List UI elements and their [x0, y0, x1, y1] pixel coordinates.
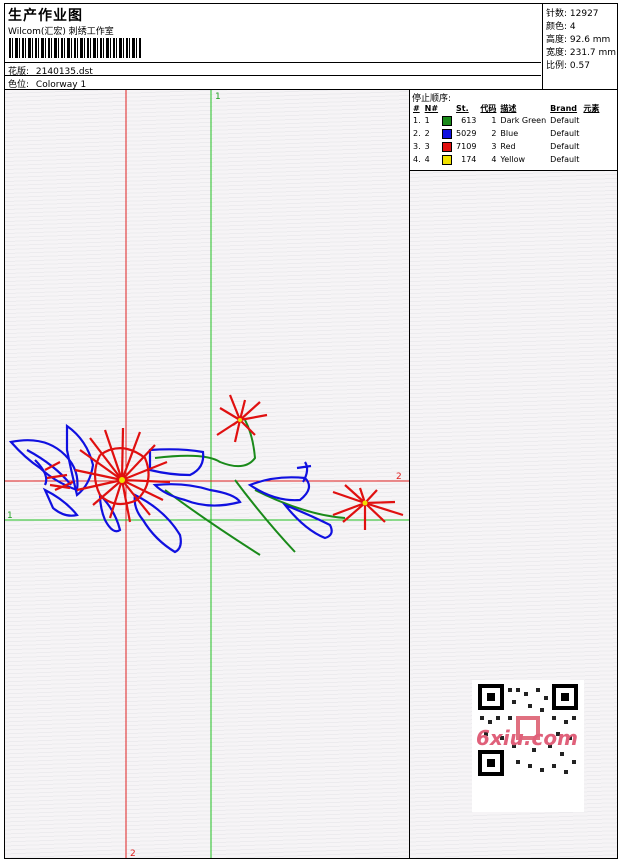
- col-stitches: St.: [456, 103, 469, 113]
- col-code: 代码: [480, 103, 497, 113]
- color-swatch: [442, 154, 453, 165]
- row-code: 3: [491, 142, 497, 151]
- stat-stitches: 针数: 12927: [546, 9, 599, 19]
- row-desc: Yellow: [500, 155, 526, 164]
- row-brand: Default: [550, 116, 580, 125]
- color-row: 1. 1 613 1 Dark Green Default: [411, 114, 601, 127]
- row-n: 3: [424, 142, 430, 151]
- flower-top: [216, 394, 268, 443]
- row-stitches: 174: [461, 155, 477, 164]
- design-preview: 1 2 1 2: [5, 90, 409, 858]
- col-index: #: [413, 103, 420, 113]
- row-brand: Default: [550, 155, 580, 164]
- stat-width: 宽度: 231.7 mm: [546, 48, 617, 58]
- watermark-logo: 6xiu.com: [476, 726, 578, 750]
- row-swatch: [440, 153, 454, 166]
- header: 生产作业图 Wilcom(汇宏) 刺绣工作室 花版: 2140135.dst 色…: [5, 4, 617, 90]
- row-element: [581, 114, 601, 127]
- header-stats: 针数: 12927 颜色: 4 高度: 92.6 mm 宽度: 231.7 mm…: [542, 4, 618, 89]
- color-swatch: [442, 141, 453, 152]
- color-table: # N# St. 代码 描述 Brand 元素 1. 1 613 1 Dark Gree…: [411, 102, 601, 166]
- color-row: 3. 3 7109 3 Red Default: [411, 140, 601, 153]
- col-brand: Brand: [550, 103, 578, 113]
- leaf-8: [281, 502, 333, 540]
- row-element: [581, 140, 601, 153]
- center-top: [238, 418, 242, 422]
- row-index: 2.: [413, 129, 421, 138]
- color-table-header: # N# St. 代码 描述 Brand 元素: [411, 102, 601, 114]
- row-code: 4: [491, 155, 497, 164]
- row-code: 1: [491, 116, 497, 125]
- stem-lower-right: [234, 479, 296, 553]
- flower-top-petals: [216, 394, 268, 443]
- row-brand: Default: [550, 142, 580, 151]
- color-swatch: [442, 115, 453, 126]
- axis-label-v2: 2: [130, 849, 136, 858]
- row-desc: Red: [500, 142, 516, 151]
- row-code: 2: [491, 129, 497, 138]
- header-divider: [5, 62, 541, 63]
- info-panel: 停止顺序: # N# St. 代码 描述 Brand 元素 1. 1 613 1…: [410, 90, 617, 858]
- row-swatch: [440, 140, 454, 153]
- production-sheet: 生产作业图 Wilcom(汇宏) 刺绣工作室 花版: 2140135.dst 色…: [4, 3, 618, 859]
- color-row: 2. 2 5029 2 Blue Default: [411, 127, 601, 140]
- row-stitches: 5029: [456, 129, 477, 138]
- row-index: 3.: [413, 142, 421, 151]
- leaf-8-tip: [296, 461, 312, 483]
- row-element: [581, 153, 601, 166]
- row-n: 2: [424, 129, 430, 138]
- sheet-body: 1 2 1 2 停止顺序: # N# St. 代码 描述 Brand 元素 1.…: [5, 90, 617, 858]
- flower-right-petals: [332, 484, 404, 530]
- color-table-body: 1. 1 613 1 Dark Green Default 2. 2 5029 2 Blue Defa…: [411, 114, 601, 166]
- row-index: 4.: [413, 155, 421, 164]
- colorway-label: 色位:: [8, 80, 30, 90]
- stop-sequence-box: 停止顺序: # N# St. 代码 描述 Brand 元素 1. 1 613 1…: [410, 90, 617, 171]
- leaf-4: [152, 483, 242, 507]
- leaf-3: [148, 448, 205, 477]
- col-desc: 描述: [500, 103, 517, 113]
- row-element: [581, 127, 601, 140]
- header-divider-2: [5, 75, 541, 76]
- axis-label-h1: 1: [7, 511, 13, 521]
- row-swatch: [440, 114, 454, 127]
- header-left: 生产作业图 Wilcom(汇宏) 刺绣工作室 花版: 2140135.dst 色…: [5, 4, 541, 90]
- leaf-6: [98, 492, 122, 533]
- colorway-value: Colorway 1: [35, 80, 87, 90]
- row-swatch: [440, 127, 454, 140]
- color-swatch: [442, 128, 453, 139]
- row-index: 1.: [413, 116, 421, 125]
- flower-right: [332, 484, 404, 530]
- row-n: 1: [424, 116, 430, 125]
- sheet-title: 生产作业图: [8, 8, 83, 24]
- center-right: [362, 500, 368, 506]
- col-element: 元素: [583, 103, 600, 113]
- stat-scale: 比例: 0.57: [546, 61, 590, 71]
- stem-upper: [154, 419, 257, 468]
- row-n: 4: [424, 155, 430, 164]
- row-desc: Dark Green: [500, 116, 547, 125]
- leaf-9: [42, 487, 79, 517]
- row-brand: Default: [550, 129, 580, 138]
- barcode: [9, 38, 141, 58]
- colorway-row: 色位: Colorway 1: [8, 77, 86, 90]
- col-n: N#: [424, 103, 439, 113]
- stat-colors: 颜色: 4: [546, 22, 576, 32]
- row-stitches: 7109: [456, 142, 477, 151]
- axis-label-v1: 1: [215, 92, 221, 102]
- stat-height: 高度: 92.6 mm: [546, 35, 611, 45]
- row-desc: Blue: [500, 129, 519, 138]
- row-stitches: 613: [461, 116, 477, 125]
- color-row: 4. 4 174 4 Yellow Default: [411, 153, 601, 166]
- design-canvas: 1 2 1 2: [5, 90, 410, 858]
- sheet-subtitle: Wilcom(汇宏) 刺绣工作室: [8, 27, 114, 37]
- center-main: [119, 477, 125, 483]
- axis-label-h2: 2: [396, 472, 402, 482]
